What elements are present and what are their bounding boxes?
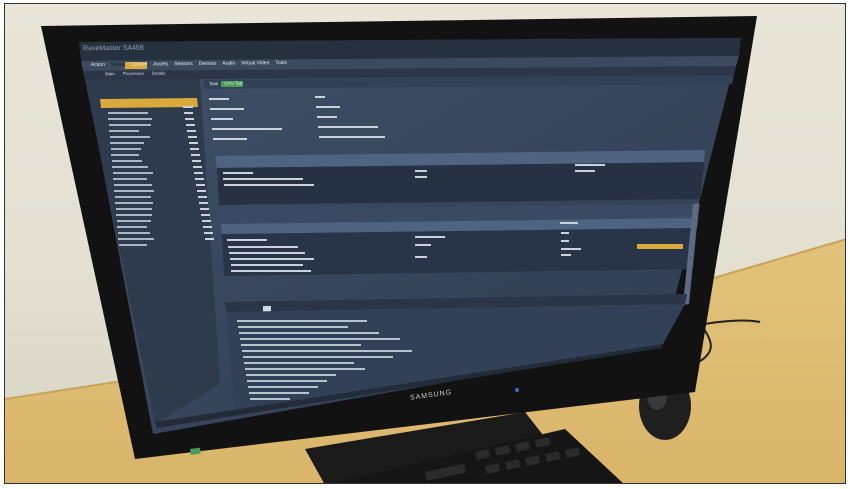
subtab-main[interactable]: Main	[105, 71, 115, 76]
photo-frame: RaveMaster SA458 Action Status Control A…	[4, 3, 846, 484]
detail-tab-task[interactable]: Task	[209, 81, 218, 86]
menu-item-virtual-video[interactable]: Virtual Video	[241, 60, 269, 66]
subtab-details[interactable]: Details	[152, 71, 166, 76]
detail-tab-labels: Task CPU Tab	[209, 81, 242, 86]
menu-item-control[interactable]: Control	[131, 61, 147, 67]
menu-item-devices[interactable]: Devices	[199, 61, 217, 67]
menu-item-tools[interactable]: Tools	[275, 60, 287, 66]
power-indicator	[515, 388, 519, 392]
table-1-body	[217, 162, 704, 205]
table-2-highlight	[637, 244, 683, 249]
app-title: RaveMaster SA458	[82, 44, 144, 53]
menu-item-sensors[interactable]: Sensors	[174, 61, 192, 67]
menu-item-audio[interactable]: Audio	[222, 61, 235, 67]
detail-tab-cpu[interactable]: CPU Tab	[224, 81, 242, 86]
log-header-button	[263, 306, 271, 312]
subtab-processes[interactable]: Processes	[123, 71, 144, 76]
subtabs: Main Processes Details	[105, 71, 166, 77]
menu-item-assets[interactable]: Assets	[153, 61, 168, 67]
menu-item-status[interactable]: Status	[111, 62, 125, 68]
menu-item-action[interactable]: Action	[91, 62, 105, 68]
